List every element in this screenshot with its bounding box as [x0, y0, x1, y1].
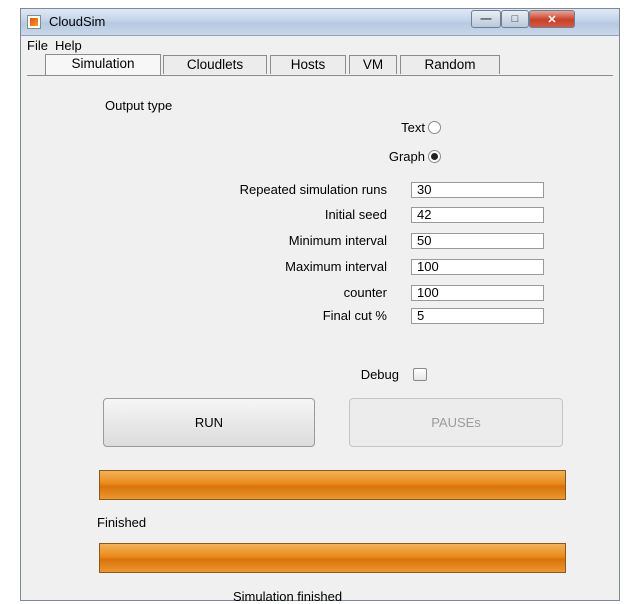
graph-radio[interactable] [428, 150, 441, 163]
menu-file[interactable]: File [27, 38, 48, 53]
runs-input[interactable]: 30 [411, 182, 544, 198]
graph-option-label: Graph [388, 149, 425, 164]
field-label-runs: Repeated simulation runs [239, 182, 387, 197]
pause-button: PAUSEs [349, 398, 563, 447]
seed-input[interactable]: 42 [411, 207, 544, 223]
maximize-icon: □ [511, 13, 519, 25]
text-option-label: Text [401, 120, 425, 135]
field-label-max-interval: Maximum interval [285, 259, 387, 274]
debug-checkbox[interactable] [413, 368, 427, 381]
run-button[interactable]: RUN [103, 398, 315, 447]
field-label-counter: counter [343, 285, 387, 300]
title-bar[interactable]: CloudSim — □ ✕ [21, 9, 619, 36]
minimize-icon: — [480, 13, 492, 25]
progress-bar-finished [99, 470, 566, 500]
close-button[interactable]: ✕ [529, 10, 575, 28]
cloudsim-window: CloudSim — □ ✕ File Help Simulation Clou… [20, 8, 620, 604]
text-radio[interactable] [428, 121, 441, 134]
tab-random[interactable]: Random [400, 55, 500, 74]
maximize-button[interactable]: □ [501, 10, 529, 28]
field-label-min-interval: Minimum interval [288, 233, 387, 248]
status-simulation-finished: Simulation finished [233, 589, 343, 604]
tab-bar: Simulation Cloudlets Hosts VM Random [27, 54, 613, 76]
menu-help[interactable]: Help [55, 38, 82, 53]
debug-label: Debug [360, 367, 399, 382]
menu-bar: File Help [21, 36, 619, 54]
tab-simulation[interactable]: Simulation [45, 54, 161, 75]
minimize-button[interactable]: — [471, 10, 501, 28]
window-title: CloudSim [49, 14, 106, 29]
close-icon: ✕ [547, 13, 557, 26]
max-interval-input[interactable]: 100 [411, 259, 544, 275]
tab-vm[interactable]: VM [349, 55, 397, 74]
min-interval-input[interactable]: 50 [411, 233, 544, 249]
progress-bar-simulation [99, 543, 566, 573]
field-label-seed: Initial seed [324, 207, 387, 222]
field-label-final-cut: Final cut % [322, 308, 387, 323]
tab-hosts[interactable]: Hosts [270, 55, 346, 74]
counter-input[interactable]: 100 [411, 285, 544, 301]
java-app-icon [27, 15, 41, 29]
output-type-label: Output type [105, 98, 173, 113]
status-finished: Finished [97, 515, 147, 530]
final-cut-input[interactable]: 5 [411, 308, 544, 324]
tab-cloudlets[interactable]: Cloudlets [163, 55, 267, 74]
